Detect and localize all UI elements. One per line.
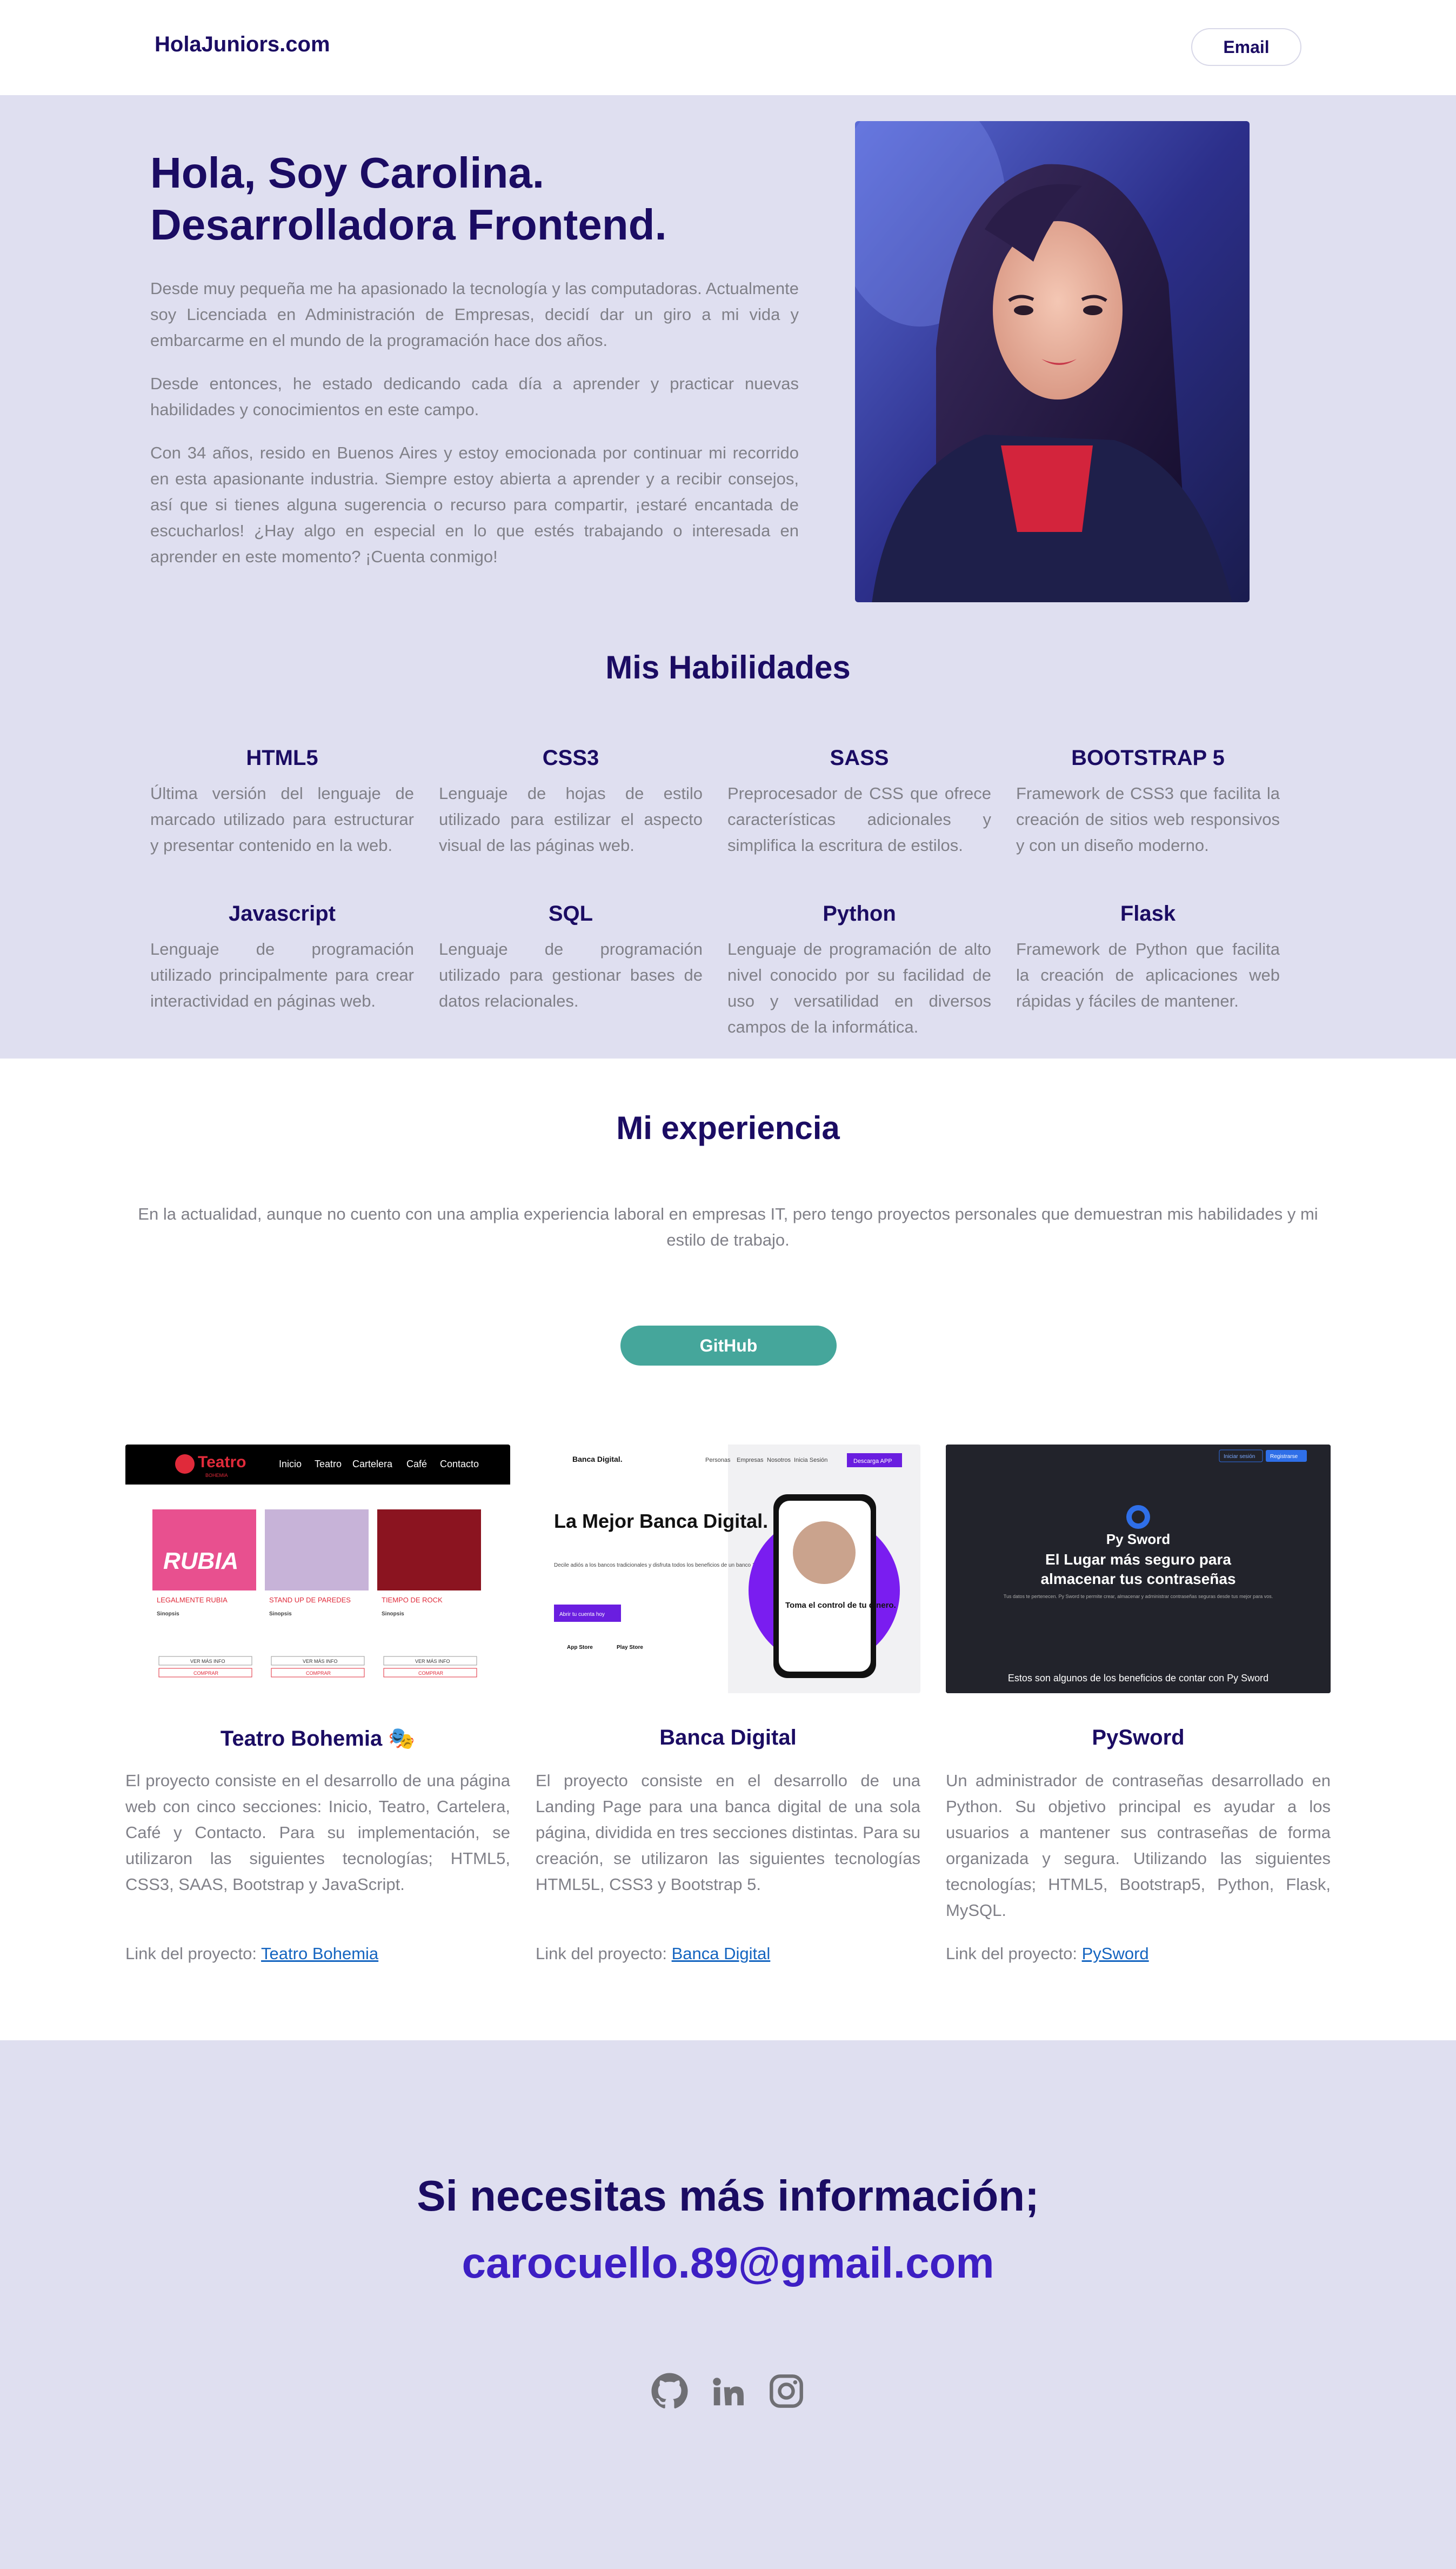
brand-logo[interactable]: HolaJuniors.com bbox=[155, 32, 330, 57]
skill-description: Lenguaje de programación utilizado princ… bbox=[150, 940, 414, 1010]
profile-portrait bbox=[855, 121, 1250, 602]
teatro-logo-sub: BOHEMIA bbox=[205, 1473, 228, 1478]
pysword-headline: El Lugar más seguro para bbox=[1045, 1551, 1231, 1568]
contact-email[interactable]: carocuello.89@gmail.com bbox=[0, 2238, 1456, 2288]
teatro-card-title: TIEMPO DE ROCK bbox=[382, 1596, 443, 1604]
skill-name: Flask bbox=[1120, 902, 1176, 926]
banca-menu-item: Personas bbox=[705, 1457, 731, 1463]
project-link-row: Link del proyecto: PySword bbox=[946, 1941, 1331, 1967]
banca-brand: Banca Digital. bbox=[572, 1455, 623, 1463]
project-thumbnail-banca[interactable]: Banca Digital. Personas Empresas Nosotro… bbox=[536, 1445, 920, 1693]
project-link-row: Link del proyecto: Banca Digital bbox=[536, 1941, 920, 1967]
project-link-row: Link del proyecto: Teatro Bohemia bbox=[125, 1941, 510, 1967]
project-link-prefix: Link del proyecto: bbox=[536, 1944, 667, 1963]
project-link[interactable]: PySword bbox=[1082, 1944, 1149, 1963]
banca-phone-text: Toma el control de tu dinero. bbox=[785, 1601, 896, 1610]
skill-name: SQL bbox=[548, 902, 593, 926]
contact-title: Si necesitas más información; bbox=[417, 2172, 1039, 2220]
skill-description: Última versión del lenguaje de marcado u… bbox=[150, 784, 414, 855]
project-title: Banca Digital bbox=[659, 1726, 797, 1749]
skill-description: Lenguaje de hojas de estilo utilizado pa… bbox=[439, 784, 703, 855]
teatro-card-buy: COMPRAR bbox=[418, 1670, 444, 1676]
teatro-card-title: LEGALMENTE RUBIA bbox=[157, 1596, 228, 1604]
skill-name: CSS3 bbox=[542, 746, 599, 770]
skills-title: Mis Habilidades bbox=[605, 649, 851, 685]
hero-title-line1: Hola, Soy Carolina. bbox=[150, 149, 545, 197]
hero-paragraph: Desde muy pequeña me ha apasionado la te… bbox=[150, 279, 799, 350]
hero-title: Hola, Soy Carolina. Desarrolladora Front… bbox=[150, 147, 799, 251]
teatro-menu-item: Cartelera bbox=[352, 1459, 393, 1469]
skill-description: Lenguaje de programación de alto nivel c… bbox=[727, 940, 991, 1036]
teatro-card-info: Sinopsis bbox=[269, 1611, 292, 1617]
top-navbar: HolaJuniors.com Email bbox=[0, 0, 1456, 95]
project-title: PySword bbox=[1092, 1726, 1185, 1749]
teatro-card-button: VER MÁS INFO bbox=[190, 1659, 225, 1664]
github-button[interactable]: GitHub bbox=[620, 1326, 837, 1366]
pysword-subtext: Tus datos te pertenecen. Py Sword te per… bbox=[1004, 1594, 1273, 1599]
project-link-prefix: Link del proyecto: bbox=[946, 1944, 1077, 1963]
project-title: Teatro Bohemia 🎭 bbox=[220, 1727, 416, 1751]
banca-open-account: Abrir tu cuenta hoy bbox=[559, 1612, 605, 1618]
skill-name: BOOTSTRAP 5 bbox=[1071, 746, 1225, 770]
skill-description: Framework de CSS3 que facilita la creaci… bbox=[1016, 784, 1280, 855]
contact-section bbox=[0, 2040, 1456, 2569]
linkedin-icon[interactable] bbox=[709, 2372, 747, 2410]
pysword-footer: Estos son algunos de los beneficios de c… bbox=[1008, 1673, 1268, 1683]
project-description: El proyecto consiste en el desarrollo de… bbox=[536, 1771, 920, 1894]
pysword-name: Py Sword bbox=[1106, 1531, 1170, 1547]
pysword-register: Registrarse bbox=[1270, 1454, 1298, 1460]
banca-menu-item: Nosotros bbox=[767, 1457, 791, 1463]
teatro-menu-item: Inicio bbox=[279, 1459, 302, 1469]
teatro-card-info: Sinopsis bbox=[382, 1611, 404, 1617]
banca-cta: Descarga APP bbox=[853, 1458, 892, 1465]
teatro-card-info: Sinopsis bbox=[157, 1611, 179, 1617]
banca-store: App Store bbox=[567, 1645, 593, 1650]
hero-paragraph: Con 34 años, resido en Buenos Aires y es… bbox=[150, 443, 799, 566]
skill-description: Framework de Python que facilita la crea… bbox=[1016, 940, 1280, 1010]
teatro-card-button: VER MÁS INFO bbox=[415, 1659, 450, 1664]
teatro-poster-text: RUBIA bbox=[163, 1548, 238, 1574]
banca-menu-item: Empresas bbox=[737, 1457, 764, 1463]
skill-name: Python bbox=[823, 902, 896, 926]
teatro-card-buy: COMPRAR bbox=[193, 1670, 219, 1676]
banca-subtext: Decile adiós a los bancos tradicionales … bbox=[554, 1562, 783, 1568]
banca-headline: La Mejor Banca Digital. bbox=[554, 1510, 768, 1532]
project-link-prefix: Link del proyecto: bbox=[125, 1944, 257, 1963]
teatro-card-button: VER MÁS INFO bbox=[303, 1659, 338, 1664]
project-thumbnail-pysword[interactable]: Iniciar sesión Registrarse Py Sword El L… bbox=[946, 1445, 1331, 1693]
hero-title-line2: Desarrolladora Frontend. bbox=[150, 201, 667, 249]
pysword-login: Iniciar sesión bbox=[1224, 1454, 1255, 1460]
skill-name: SASS bbox=[830, 746, 889, 770]
teatro-menu-item: Contacto bbox=[440, 1459, 479, 1469]
skill-description: Lenguaje de programación utilizado para … bbox=[439, 940, 703, 1010]
pysword-headline: almacenar tus contraseñas bbox=[1040, 1570, 1235, 1587]
project-link[interactable]: Teatro Bohemia bbox=[261, 1944, 378, 1963]
skill-name: Javascript bbox=[229, 902, 336, 926]
skill-name: HTML5 bbox=[246, 746, 318, 770]
banca-store: Play Store bbox=[617, 1645, 643, 1650]
skill-description: Preprocesador de CSS que ofrece caracter… bbox=[727, 784, 991, 855]
experience-title: Mi experiencia bbox=[616, 1110, 840, 1146]
project-description: Un administrador de contraseñas desarrol… bbox=[946, 1771, 1331, 1920]
email-button[interactable]: Email bbox=[1191, 28, 1301, 66]
instagram-icon[interactable] bbox=[767, 2372, 805, 2410]
experience-intro: En la actualidad, aunque no cuento con u… bbox=[138, 1204, 1318, 1249]
teatro-menu-item: Teatro bbox=[315, 1459, 342, 1469]
project-link[interactable]: Banca Digital bbox=[672, 1944, 771, 1963]
teatro-logo: Teatro bbox=[198, 1453, 246, 1471]
project-description: El proyecto consiste en el desarrollo de… bbox=[125, 1771, 510, 1894]
github-icon[interactable] bbox=[651, 2372, 689, 2410]
project-thumbnail-teatro[interactable]: Teatro BOHEMIA Inicio Teatro Cartelera C… bbox=[125, 1445, 510, 1693]
hero-paragraph: Desde entonces, he estado dedicando cada… bbox=[150, 374, 799, 419]
teatro-menu-item: Café bbox=[406, 1459, 427, 1469]
teatro-card-title: STAND UP DE PAREDES bbox=[269, 1596, 351, 1604]
banca-menu-item: Inicia Sesión bbox=[794, 1457, 827, 1463]
teatro-card-buy: COMPRAR bbox=[306, 1670, 331, 1676]
